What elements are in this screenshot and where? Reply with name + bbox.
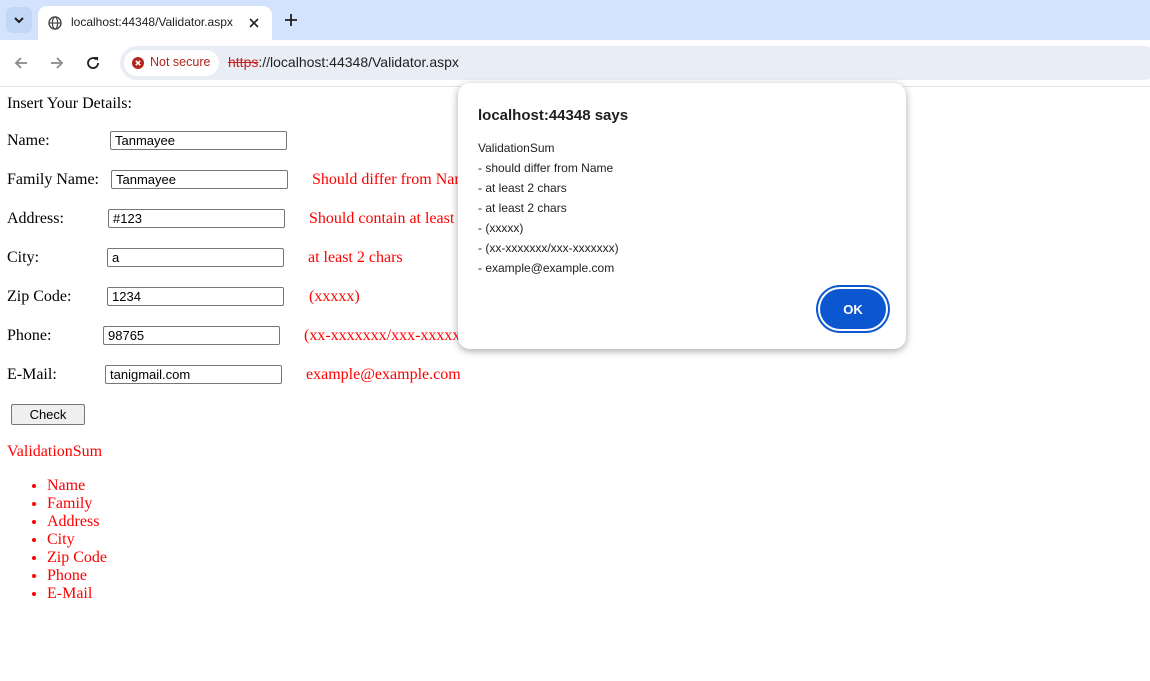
family-name-label: Family Name: bbox=[7, 171, 99, 188]
back-icon[interactable] bbox=[12, 54, 30, 72]
summary-item: Name bbox=[47, 477, 107, 495]
new-tab-icon[interactable] bbox=[282, 11, 300, 29]
dialog-line: - example@example.com bbox=[478, 261, 615, 275]
dialog-line: - at least 2 chars bbox=[478, 201, 567, 215]
reload-icon[interactable] bbox=[84, 54, 102, 72]
forward-icon[interactable] bbox=[48, 54, 66, 72]
summary-item: Address bbox=[47, 513, 107, 531]
zip-code-label: Zip Code: bbox=[7, 288, 72, 305]
tab-strip: localhost:44348/Validator.aspx bbox=[0, 0, 1150, 40]
validation-summary-list: Name Family Address City Zip Code Phone … bbox=[27, 477, 107, 603]
security-label: Not secure bbox=[150, 55, 211, 69]
city-input[interactable]: a bbox=[107, 248, 284, 267]
tab-search-button[interactable] bbox=[6, 7, 32, 33]
address-bar[interactable]: Not secure https://localhost:44348/Valid… bbox=[120, 46, 1150, 80]
dialog-line: - at least 2 chars bbox=[478, 181, 567, 195]
summary-item: Zip Code bbox=[47, 549, 107, 567]
email-error: example@example.com bbox=[306, 366, 461, 383]
url-text: https://localhost:44348/Validator.aspx bbox=[228, 54, 459, 70]
dialog-line: - (xxxxx) bbox=[478, 221, 524, 235]
summary-item: Family bbox=[47, 495, 107, 513]
zip-code-error: (xxxxx) bbox=[309, 288, 360, 305]
dialog-line: - should differ from Name bbox=[478, 161, 614, 175]
check-button[interactable]: Check bbox=[11, 404, 85, 425]
validation-summary-title: ValidationSum bbox=[7, 443, 103, 460]
browser-toolbar: Not secure https://localhost:44348/Valid… bbox=[0, 40, 1150, 87]
address-label: Address: bbox=[7, 210, 64, 227]
alert-dialog: localhost:44348 says ValidationSum - sho… bbox=[458, 83, 906, 349]
ok-button[interactable]: OK bbox=[820, 289, 886, 329]
phone-error: (xx-xxxxxxx/xxx-xxxxxxx) bbox=[304, 327, 482, 344]
url-scheme: https bbox=[228, 54, 259, 70]
dialog-line: ValidationSum bbox=[478, 141, 555, 155]
summary-item: E-Mail bbox=[47, 585, 107, 603]
name-label: Name: bbox=[7, 132, 50, 149]
email-input[interactable]: tanigmail.com bbox=[105, 365, 282, 384]
name-input[interactable]: Tanmayee bbox=[110, 131, 287, 150]
summary-item: Phone bbox=[47, 567, 107, 585]
close-tab-icon[interactable] bbox=[247, 16, 261, 30]
zip-code-input[interactable]: 1234 bbox=[107, 287, 284, 306]
tab-title: localhost:44348/Validator.aspx bbox=[71, 15, 233, 29]
family-name-input[interactable]: Tanmayee bbox=[111, 170, 288, 189]
not-secure-icon bbox=[132, 57, 144, 69]
email-label: E-Mail: bbox=[7, 366, 57, 383]
globe-icon bbox=[48, 16, 62, 30]
phone-label: Phone: bbox=[7, 327, 52, 344]
dialog-line: - (xx-xxxxxxx/xxx-xxxxxxx) bbox=[478, 241, 619, 255]
family-name-error: Should differ from Name bbox=[312, 171, 474, 188]
phone-input[interactable]: 98765 bbox=[103, 326, 280, 345]
url-path: ://localhost:44348/Validator.aspx bbox=[258, 54, 459, 70]
dialog-message: ValidationSum - should differ from Name … bbox=[478, 138, 619, 278]
city-error: at least 2 chars bbox=[308, 249, 403, 266]
address-input[interactable]: #123 bbox=[108, 209, 285, 228]
page-heading: Insert Your Details: bbox=[7, 95, 132, 112]
dialog-title: localhost:44348 says bbox=[478, 107, 629, 124]
summary-item: City bbox=[47, 531, 107, 549]
city-label: City: bbox=[7, 249, 40, 266]
security-chip[interactable]: Not secure bbox=[124, 50, 219, 76]
chevron-down-icon bbox=[14, 17, 24, 24]
active-tab[interactable]: localhost:44348/Validator.aspx bbox=[38, 6, 272, 40]
